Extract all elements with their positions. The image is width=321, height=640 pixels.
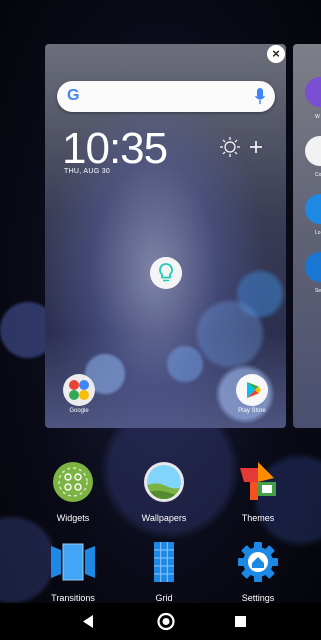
grid-button[interactable]: Grid bbox=[124, 540, 204, 603]
clock-widget[interactable]: 10:35 bbox=[62, 127, 168, 171]
widgets-button[interactable]: Widgets bbox=[33, 460, 113, 523]
widgets-label: Widgets bbox=[56, 513, 90, 523]
recents-icon[interactable] bbox=[211, 603, 271, 640]
wallpapers-icon bbox=[144, 462, 184, 502]
app-label: Co bbox=[315, 172, 321, 178]
google-g-icon: G bbox=[67, 87, 80, 104]
themes-icon bbox=[240, 462, 276, 500]
google-search-bar[interactable]: G bbox=[57, 81, 275, 112]
weather-add-icon[interactable] bbox=[219, 135, 269, 159]
play-store-app[interactable]: Play Store bbox=[226, 374, 278, 414]
close-page-icon[interactable]: × bbox=[267, 45, 285, 63]
grid-label: Grid bbox=[155, 593, 173, 603]
app-label: W bbox=[315, 114, 320, 120]
transitions-label: Transitions bbox=[51, 593, 95, 603]
themes-label: Themes bbox=[241, 513, 275, 523]
transitions-icon bbox=[51, 543, 95, 581]
next-page-preview[interactable]: W Co Lo Se bbox=[293, 44, 321, 428]
grid-icon bbox=[154, 542, 174, 582]
navigation-bar bbox=[0, 603, 321, 640]
app-icon bbox=[305, 194, 321, 224]
app-icon bbox=[305, 77, 321, 107]
settings-button[interactable]: Settings bbox=[218, 540, 298, 603]
wallpapers-button[interactable]: Wallpapers bbox=[124, 460, 204, 523]
mic-icon[interactable] bbox=[255, 88, 265, 105]
wallpapers-label: Wallpapers bbox=[141, 513, 187, 523]
home-icon[interactable] bbox=[136, 603, 196, 640]
google-folder[interactable]: Google bbox=[53, 374, 105, 414]
play-store-icon bbox=[236, 374, 268, 406]
app-icon bbox=[305, 252, 321, 282]
google-folder-icon bbox=[63, 374, 95, 406]
home-screen-preview[interactable]: G 10:35 THU, AUG 30 Google Play Store bbox=[45, 44, 286, 428]
widgets-icon bbox=[53, 462, 93, 502]
transitions-button[interactable]: Transitions bbox=[33, 540, 113, 603]
date-text: THU, AUG 30 bbox=[64, 168, 111, 175]
app-label: Google bbox=[69, 408, 89, 414]
app-label: Lo bbox=[315, 230, 321, 236]
lightbulb-icon[interactable] bbox=[150, 257, 182, 289]
app-label: Play Store bbox=[238, 408, 266, 414]
back-icon[interactable] bbox=[58, 603, 118, 640]
settings-label: Settings bbox=[241, 593, 275, 603]
themes-button[interactable]: Themes bbox=[218, 460, 298, 523]
app-label: Se bbox=[315, 288, 321, 294]
settings-icon bbox=[238, 542, 278, 582]
app-icon bbox=[305, 136, 321, 166]
